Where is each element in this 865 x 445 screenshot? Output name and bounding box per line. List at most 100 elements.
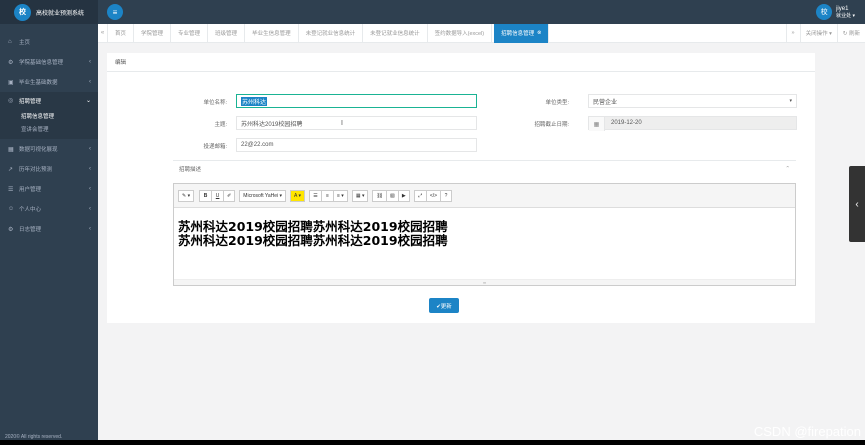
caret-down-icon: ▾	[789, 98, 792, 104]
sidebar-item-label: 个人中心	[19, 207, 42, 213]
view-group: ⤢ </> ?	[413, 189, 453, 202]
company-name-input[interactable]: 苏州科达	[236, 94, 477, 108]
help-icon[interactable]: ?	[440, 189, 453, 202]
chevron-left-icon: ‹	[89, 146, 91, 152]
tab-bar: « 首页 学院管理 专业管理 班级管理 毕业生信息管理 未登记就业信息统计 未登…	[98, 23, 865, 43]
sidebar-subitem-seminar[interactable]: 宣讲会管理	[0, 122, 98, 135]
sidebar-item-profile[interactable]: ☺ 个人中心 ‹	[0, 199, 98, 219]
sidebar-item-label: 历年对比预测	[19, 167, 53, 173]
paragraph-group: ☰ ≡ ≡ ▾	[309, 189, 348, 202]
chevron-left-icon: ‹	[89, 226, 91, 232]
email-value: 22@22.com	[241, 142, 274, 148]
chevron-left-icon: ‹	[89, 186, 91, 192]
edit-panel: 编辑 单位名称: 苏州科达 单位类型: 民营企业 ▾ 主题: 苏州科达2019校…	[107, 53, 815, 323]
email-input[interactable]: 22@22.com	[236, 138, 477, 152]
sidebar-subitem-recruit-info[interactable]: 招聘信息管理	[0, 109, 98, 122]
sidebar-item-label: 日志管理	[19, 227, 42, 233]
resize-handle[interactable]: ═	[174, 279, 795, 285]
tab-college[interactable]: 学院管理	[134, 23, 172, 43]
sidebar-item-graduates[interactable]: ▣ 毕业生基础数据 ‹	[0, 72, 98, 92]
subject-label: 主题:	[214, 122, 227, 128]
company-type-select[interactable]: 民营企业 ▾	[588, 94, 797, 108]
bold-button[interactable]: B	[199, 189, 212, 202]
deadline-label: 招聘截止日期:	[534, 122, 569, 128]
deadline-input[interactable]: ▦ 2019-12-20	[588, 116, 797, 131]
close-icon[interactable]: ⊗	[537, 30, 541, 36]
eraser-icon[interactable]: ✐	[223, 189, 236, 202]
tab-graduates[interactable]: 毕业生信息管理	[245, 23, 299, 43]
refresh-button[interactable]: ↻ 刷新	[836, 23, 865, 43]
settings-icon: ⚙	[8, 226, 14, 233]
user-role: 就业处 ▾	[836, 12, 855, 19]
tab-import-excel[interactable]: 签约数据导入(excel)	[428, 23, 493, 43]
tab-scroll-right-icon[interactable]: »	[785, 23, 800, 43]
app-logo[interactable]: 校 高校就业预测系统	[0, 0, 98, 24]
description-header[interactable]: 招聘描述 ⌃	[173, 160, 796, 176]
sidebar-item-visualization[interactable]: ▦ 数据可视化展现 ‹	[0, 139, 98, 159]
fullscreen-icon[interactable]: ⤢	[413, 189, 426, 202]
font-family-select[interactable]: Microsoft YaHei ▾	[239, 189, 287, 202]
sidebar-item-label: 招聘管理	[19, 98, 42, 105]
company-name-label: 单位名称:	[203, 100, 227, 106]
tab-recruit-info[interactable]: 招聘信息管理 ⊗	[494, 23, 550, 43]
close-operations-button[interactable]: 关闭操作 ▾	[799, 23, 837, 43]
tab-scroll-left-icon[interactable]: «	[98, 23, 108, 43]
trend-icon: ↗	[8, 166, 14, 173]
watermark: CSDN @firepation	[753, 424, 861, 439]
table-dropdown-icon[interactable]: ▦ ▾	[351, 189, 369, 202]
ordered-list-icon[interactable]: ≡	[321, 189, 333, 202]
underline-button[interactable]: U	[211, 189, 224, 202]
subject-input[interactable]: 苏州科达2019校园招聘 I	[236, 116, 477, 130]
app-title: 高校就业预测系统	[36, 10, 85, 17]
tab-home[interactable]: 首页	[108, 23, 135, 43]
link-icon[interactable]: ⛓	[372, 189, 386, 202]
resize-grip-icon: ═	[483, 280, 486, 285]
content-line: 苏州科达2019校园招聘苏州科达2019校园招聘	[178, 219, 448, 234]
database-icon: ▣	[8, 79, 14, 86]
unordered-list-icon[interactable]: ☰	[309, 189, 321, 202]
copyright: 2020© All rights reserved.	[5, 434, 63, 440]
gear-icon: ⚙	[8, 59, 14, 66]
editor-content[interactable]: 苏州科达2019校园招聘苏州科达2019校园招聘 苏州科达2019校园招聘苏州科…	[174, 208, 795, 248]
sidebar-item-college[interactable]: ⚙ 学院基础信息管理 ‹	[0, 52, 98, 72]
chevron-down-icon: ⌄	[85, 98, 91, 104]
sidebar-item-logs[interactable]: ⚙ 日志管理 ‹	[0, 219, 98, 239]
video-icon[interactable]: ▶	[397, 189, 410, 202]
sidebar-item-label: 学院基础信息管理	[19, 60, 64, 66]
user-menu[interactable]: 校 jiye1 就业处 ▾	[816, 4, 855, 20]
company-name-value: 苏州科达	[241, 96, 268, 106]
chevron-up-icon[interactable]: ⌃	[785, 166, 790, 172]
image-icon[interactable]: ▧	[385, 189, 398, 202]
side-panel-toggle[interactable]: ‹	[849, 166, 865, 242]
sidebar-item-prediction[interactable]: ↗ 历年对比预测 ‹	[0, 159, 98, 179]
content-line: 苏州科达2019校园招聘苏州科达2019校园招聘	[178, 233, 448, 248]
format-group: B U ✐	[199, 189, 236, 202]
chevron-left-icon: ‹	[89, 59, 91, 65]
sidebar-item-home[interactable]: ⌂ 主页	[0, 32, 98, 52]
tab-unregistered-stats-2[interactable]: 未登记就业信息统计	[363, 23, 428, 43]
sidebar-item-recruitment[interactable]: ◎ 招聘管理 ⌄	[0, 92, 98, 109]
editor-toolbar: ✎ ▾ B U ✐ Microsoft YaHei ▾ A ▾ ☰ ≡ ≡ ▾ …	[174, 184, 795, 208]
panel-title: 编辑	[107, 53, 815, 72]
tab-actions: » 关闭操作 ▾ ↻ 刷新	[785, 23, 865, 43]
home-icon: ⌂	[8, 39, 12, 45]
chevron-left-icon: ‹	[89, 79, 91, 85]
calendar-icon[interactable]: ▦	[589, 117, 605, 131]
sidebar-item-label: 主页	[19, 40, 31, 46]
description-title: 招聘描述	[179, 166, 202, 173]
sidebar-item-users[interactable]: ☰ 用户管理 ‹	[0, 179, 98, 199]
chevron-left-icon: ‹	[855, 198, 859, 210]
align-dropdown-icon[interactable]: ≡ ▾	[333, 189, 348, 202]
code-view-icon[interactable]: </>	[425, 189, 441, 202]
text-color-button[interactable]: A ▾	[290, 189, 305, 202]
eye-icon: ◎	[8, 98, 14, 104]
tab-major[interactable]: 专业管理	[171, 23, 209, 43]
style-dropdown-button[interactable]: ✎ ▾	[178, 189, 195, 202]
deadline-value: 2019-12-20	[611, 120, 642, 126]
menu-toggle-icon[interactable]: ≡	[107, 4, 123, 20]
user-name: jiye1	[836, 5, 849, 12]
chevron-left-icon: ‹	[89, 166, 91, 172]
update-button[interactable]: ✔更新	[429, 298, 459, 313]
tab-unregistered-stats-1[interactable]: 未登记就业信息统计	[299, 23, 364, 43]
tab-class[interactable]: 班级管理	[208, 23, 246, 43]
